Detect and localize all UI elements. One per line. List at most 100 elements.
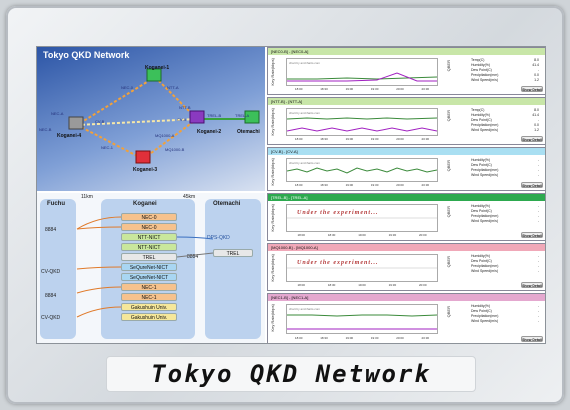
node-label: Koganei-4 (57, 133, 82, 139)
x-tick: 18:30 (320, 336, 328, 340)
x-tick: 19:00 (345, 183, 354, 187)
y-axis-label: Key Rate(kbps) (270, 108, 275, 136)
link-panel: [NEC1-B] - [NEC1-A] Key Rate(kbps) chart… (267, 293, 545, 343)
link-label: MQ1000-A (155, 133, 175, 138)
x-ticks: 18:00 18:30 19:00 19:30 20:00 20:30 (286, 336, 438, 340)
link-panel: [TREL-B] - [TREL-A] Key Rate(kbps) Under… (267, 193, 545, 241)
weather-stats: Humidity(%) - Dew Point(C) - Precipitation… (471, 158, 539, 177)
link-label: NEC-0 (121, 85, 134, 90)
distance-label: 45km (183, 194, 196, 200)
chart-credit: chart by amCharts.com (289, 61, 321, 65)
link-label: CV-A (177, 117, 187, 122)
device-box: NEC-1 (121, 293, 177, 301)
key-rate-chart: Under the experiment... (286, 254, 438, 282)
x-tick: 19:00 (358, 233, 366, 237)
weather-stats: Temp(C) 8.0 Humidity(%) 41.4 Dew Point(C) -… (471, 58, 539, 82)
device-box: TREL (121, 253, 177, 261)
x-ticks: 18:00 18:30 19:00 19:30 20:00 (286, 283, 438, 287)
x-tick: 19:30 (370, 137, 379, 141)
site-label: Koganei (133, 201, 157, 207)
otemachi-column (205, 199, 261, 339)
otemachi-label: 8884 (187, 254, 199, 260)
weather-stats: Humidity(%) - Dew Point(C) - Precipitation… (471, 304, 539, 323)
x-tick: 19:30 (370, 336, 379, 340)
x-tick: 19:00 (345, 336, 354, 340)
right-axis-label: QBER (446, 60, 451, 72)
left-label: 8884 (45, 293, 57, 299)
device-box: TREL (213, 249, 253, 257)
x-tick: 18:30 (327, 283, 336, 287)
x-tick: 19:00 (345, 137, 354, 141)
x-tick: 20:00 (396, 137, 404, 141)
y-axis-label: Key Rate(kbps) (270, 58, 275, 86)
x-tick: 18:30 (320, 137, 328, 141)
y-axis-label: Key Rate(kbps) (270, 204, 275, 232)
device-box: NTT-NICT (121, 243, 177, 251)
distance-label: 11km (81, 194, 93, 200)
right-axis-label: QBER (446, 256, 451, 268)
x-tick: 19:00 (358, 283, 366, 287)
show-detail-button[interactable]: Show Detail (521, 182, 543, 188)
link-label: NEC-A (51, 111, 64, 116)
left-label: 8884 (45, 227, 57, 233)
y-axis-label: Key Rate(kbps) (270, 254, 275, 282)
x-tick: 18:00 (294, 183, 303, 187)
link-label: NTT-A (167, 85, 179, 90)
x-ticks: 18:00 18:30 19:00 19:30 20:00 20:30 (286, 183, 438, 187)
link-label: NEC-1 (101, 145, 114, 150)
x-ticks: 18:00 18:30 19:00 19:30 20:00 20:30 (286, 87, 438, 91)
photo-frame: Tokyo QKD Network Koganei-1 Koganei-4 Ko… (6, 6, 564, 404)
x-ticks: 18:00 18:30 19:00 19:30 20:00 (286, 233, 438, 237)
device-box: Gakushuin Univ. (121, 303, 177, 311)
show-detail-button[interactable]: Show Detail (521, 282, 543, 288)
chart-grid (287, 217, 437, 219)
x-tick: 19:30 (388, 283, 397, 287)
network-map: Tokyo QKD Network Koganei-1 Koganei-4 Ko… (37, 47, 265, 191)
device-box: NTT-NICT (121, 233, 177, 241)
x-tick: 18:00 (294, 137, 303, 141)
device-box: NEC-1 (121, 283, 177, 291)
experiment-notice: Under the experiment... (297, 210, 379, 216)
link-label: MQ1000-B (165, 147, 185, 152)
otemachi-label: DPS-QKD (207, 235, 230, 241)
x-tick: 18:30 (320, 87, 328, 91)
device-box: SeQureNet-NICT (121, 263, 177, 271)
key-rate-chart: chart by amCharts.com (286, 158, 438, 182)
caption: Tokyo QKD Network (106, 356, 476, 392)
x-tick: 20:30 (421, 137, 430, 141)
panel-header: [TREL-B] - [TREL-A] (268, 194, 545, 201)
node-label: Koganei-1 (145, 65, 170, 71)
topology-diagram: Fuchu Koganei Otemachi 11km 45km 8884 CV… (37, 193, 265, 343)
panel-header: [NEC0-B] - [NEC0-A] (268, 48, 545, 55)
chart-credit: chart by amCharts.com (289, 161, 321, 165)
link-label: CV-B (95, 119, 105, 124)
show-detail-button[interactable]: Show Detail (521, 136, 543, 142)
device-box: Gakushuin Univ. (121, 313, 177, 321)
x-tick: 20:30 (421, 336, 430, 340)
show-detail-button[interactable]: Show Detail (521, 336, 543, 342)
weather-stats: Humidity(%) - Dew Point(C) - Precipitation… (471, 254, 539, 273)
site-label: Fuchu (47, 201, 65, 207)
right-axis-label: QBER (446, 206, 451, 218)
chart-grid (287, 267, 437, 269)
left-label: CV-QKD (41, 315, 61, 321)
x-tick: 20:30 (421, 183, 430, 187)
show-detail-button[interactable]: Show Detail (521, 86, 543, 92)
panel-header: [CV-B] - [CV-A] (268, 148, 545, 155)
x-tick: 18:00 (294, 87, 303, 91)
x-tick: 19:30 (370, 183, 379, 187)
x-tick: 18:00 (297, 283, 305, 287)
link-label: NTT-B (179, 105, 191, 110)
x-tick: 20:00 (396, 87, 404, 91)
weather-stats: Temp(C) 8.0 Humidity(%) 41.4 Dew Point(C) -… (471, 108, 539, 132)
site-label: Otemachi (213, 201, 241, 207)
link-panel: [NTT-B] - [NTT-A] Key Rate(kbps) chart b… (267, 97, 545, 145)
panel-header: [NEC1-B] - [NEC1-A] (268, 294, 545, 301)
link-panel: [NEC0-B] - [NEC0-A] Key Rate(kbps) chart… (267, 47, 545, 95)
device-box: NEC-0 (121, 213, 177, 221)
x-tick: 19:00 (345, 87, 354, 91)
panel-header: [NTT-B] - [NTT-A] (268, 98, 545, 105)
show-detail-button[interactable]: Show Detail (521, 232, 543, 238)
x-tick: 20:00 (419, 283, 427, 287)
x-tick: 18:30 (327, 233, 336, 237)
